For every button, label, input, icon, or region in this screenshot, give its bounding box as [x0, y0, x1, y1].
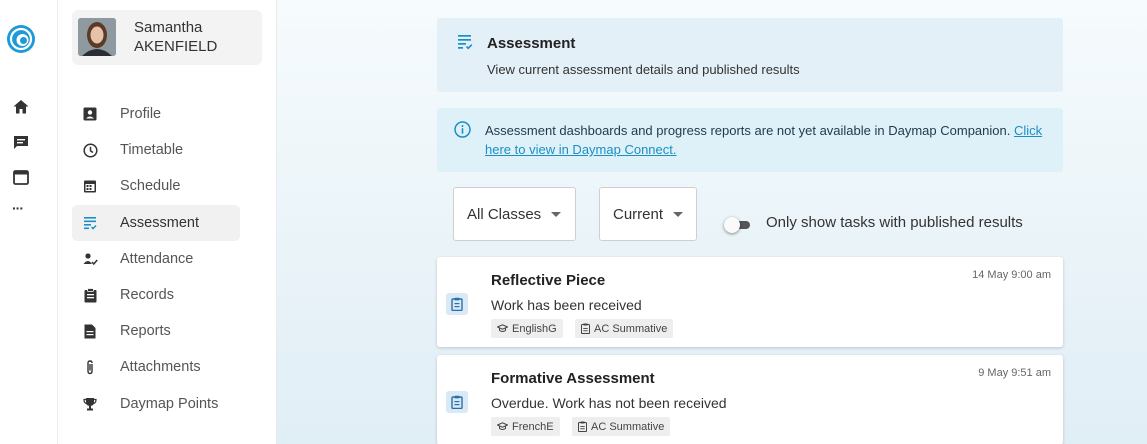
info-icon: [454, 121, 471, 138]
class-tag-label: EnglishG: [512, 322, 557, 335]
paperclip-icon: [82, 359, 98, 375]
avatar: [78, 18, 116, 56]
nav-label-schedule: Schedule: [120, 178, 181, 194]
page-header-banner: Assessment View current assessment detai…: [437, 18, 1063, 92]
chat-icon[interactable]: [12, 134, 30, 152]
profile-first-name: Samantha: [134, 19, 203, 36]
more-icon[interactable]: ···: [12, 200, 30, 218]
nav-label-timetable: Timetable: [120, 142, 184, 158]
nav-item-profile[interactable]: Profile: [72, 96, 240, 132]
nav-label-reports: Reports: [120, 323, 171, 339]
class-tag: FrenchE: [491, 417, 560, 436]
person-check-icon: [82, 251, 98, 267]
nav-label-records: Records: [120, 287, 174, 303]
task-date: 9 May 9:51 am: [978, 367, 1051, 379]
nav-label-attendance: Attendance: [120, 251, 194, 267]
graduation-cap-icon: [497, 324, 508, 332]
nav-item-attachments[interactable]: Attachments: [72, 349, 240, 385]
document-icon: [82, 323, 98, 339]
task-title: Formative Assessment: [491, 370, 655, 387]
chevron-down-icon: [673, 211, 684, 217]
task-date: 14 May 9:00 am: [972, 269, 1051, 281]
type-tag-label: AC Summative: [594, 322, 668, 335]
profile-card[interactable]: Samantha AKENFIELD: [72, 10, 262, 65]
assessment-list-icon: [458, 35, 473, 50]
nav-label-attachments: Attachments: [120, 359, 201, 375]
page-title: Assessment: [487, 35, 576, 52]
type-tag-label: AC Summative: [591, 420, 665, 433]
task-card[interactable]: Formative Assessment 9 May 9:51 am Overd…: [437, 355, 1063, 444]
info-notice: Assessment dashboards and progress repor…: [437, 108, 1063, 172]
clipboard-icon: [446, 391, 468, 413]
daymap-logo-icon[interactable]: [6, 24, 36, 54]
clipboard-icon: [446, 293, 468, 315]
nav-item-attendance[interactable]: Attendance: [72, 241, 240, 277]
nav-item-reports[interactable]: Reports: [72, 313, 240, 349]
task-card[interactable]: Reflective Piece 14 May 9:00 am Work has…: [437, 257, 1063, 347]
main-content: Assessment View current assessment detai…: [277, 0, 1147, 444]
chevron-down-icon: [551, 211, 562, 217]
nav-label-profile: Profile: [120, 106, 162, 122]
clipboard-icon: [581, 323, 590, 334]
task-status: Overdue. Work has not been received: [491, 395, 727, 411]
clock-icon: [82, 142, 98, 158]
class-filter-value: All Classes: [467, 205, 542, 223]
info-text: Assessment dashboards and progress repor…: [485, 121, 1045, 159]
class-filter-dropdown[interactable]: All Classes: [453, 187, 576, 241]
period-filter-value: Current: [613, 205, 664, 223]
nav-item-timetable[interactable]: Timetable: [72, 132, 240, 168]
nav-item-schedule[interactable]: Schedule: [72, 168, 240, 204]
nav-item-assessment[interactable]: Assessment: [72, 205, 240, 241]
published-results-toggle-label: Only show tasks with published results: [766, 214, 1023, 231]
graduation-cap-icon: [497, 422, 508, 430]
profile-card-icon: [82, 106, 98, 122]
toggle-knob: [724, 217, 740, 233]
calendar-icon[interactable]: [12, 168, 30, 186]
task-status: Work has been received: [491, 297, 642, 313]
type-tag: AC Summative: [575, 319, 674, 338]
nav-label-assessment: Assessment: [120, 215, 199, 231]
clipboard-icon: [578, 421, 587, 432]
nav-label-daymap-points: Daymap Points: [120, 396, 219, 412]
period-filter-dropdown[interactable]: Current: [599, 187, 697, 241]
class-tag: EnglishG: [491, 319, 563, 338]
task-title: Reflective Piece: [491, 272, 606, 289]
home-icon[interactable]: [12, 98, 30, 116]
type-tag: AC Summative: [572, 417, 671, 436]
info-message: Assessment dashboards and progress repor…: [485, 123, 1011, 138]
published-results-toggle[interactable]: [724, 217, 752, 233]
side-navigation: Samantha AKENFIELD Profile Timetable Sch…: [58, 0, 277, 444]
calendar-grid-icon: [82, 178, 98, 194]
profile-last-name: AKENFIELD: [134, 38, 218, 55]
page-subtitle: View current assessment details and publ…: [487, 62, 800, 77]
nav-item-daymap-points[interactable]: Daymap Points: [72, 386, 240, 422]
trophy-icon: [82, 396, 98, 412]
profile-name: Samantha AKENFIELD: [134, 18, 217, 56]
assessment-list-icon: [82, 215, 98, 231]
icon-rail: ···: [0, 0, 58, 444]
clipboard-icon: [82, 287, 98, 303]
class-tag-label: FrenchE: [512, 420, 554, 433]
nav-item-records[interactable]: Records: [72, 277, 240, 313]
